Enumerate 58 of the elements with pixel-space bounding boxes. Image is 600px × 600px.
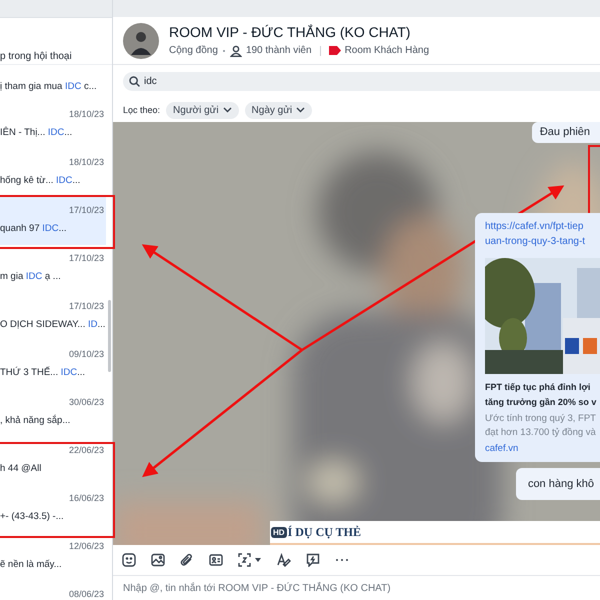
result-snippet: m gia IDC ạ ... xyxy=(0,270,61,284)
result-date: 18/10/23 xyxy=(68,108,104,120)
chevron-icon[interactable] xyxy=(222,107,232,113)
avatar[interactable] xyxy=(123,22,159,58)
person-icon[interactable] xyxy=(230,44,242,56)
member-count[interactable]: 190 thành viên xyxy=(246,44,312,57)
result-snippet: +- (43-43.5) -... xyxy=(0,510,64,524)
result-date: 30/06/23 xyxy=(68,396,104,408)
contact-card-icon[interactable] xyxy=(209,553,223,567)
result-date: 17/10/23 xyxy=(68,252,104,264)
result-snippet: hống kê từ... IDC... xyxy=(0,174,80,188)
result-date: 16/06/23 xyxy=(68,492,104,504)
search-result[interactable]: 30/06/23 , khả năng sắp... xyxy=(0,389,106,437)
quick-message-icon[interactable] xyxy=(306,553,320,567)
screenshot-dropdown-icon[interactable] xyxy=(238,553,262,567)
search-result[interactable]: 22/06/23 h 44 @All xyxy=(0,437,106,485)
result-snippet: IÊN - Thị... IDC... xyxy=(0,126,72,140)
search-result[interactable]: 17/10/23 O DỊCH SIDEWAY... ID... xyxy=(0,293,106,341)
image-icon[interactable] xyxy=(151,553,165,567)
result-snippet: quanh 97 IDC... xyxy=(0,222,67,236)
search-result[interactable]: 18/10/23 IÊN - Thị... IDC... xyxy=(0,101,106,149)
message-input[interactable]: Nhập @, tin nhắn tới ROOM VIP - ĐỨC THẮNG (KO CHAT) xyxy=(123,582,593,594)
group-tag[interactable]: Room Khách Hàng xyxy=(344,44,430,57)
result-snippet: O DỊCH SIDEWAY... ID... xyxy=(0,318,106,332)
group-title: ROOM VIP - ĐỨC THẮNG (KO CHAT) xyxy=(169,24,412,41)
result-snippet: ẽ nền là mấy... xyxy=(0,558,62,572)
search-result[interactable]: 09/10/23 THỨ 3 THẾ... IDC... xyxy=(0,341,106,389)
search-result[interactable]: 16/06/23 +- (43-43.5) -... xyxy=(0,485,106,533)
search-result[interactable]: ị tham gia mua IDC c... xyxy=(0,65,106,101)
search-result[interactable]: 12/06/23 ẽ nền là mấy... xyxy=(0,533,106,581)
result-date: 09/10/23 xyxy=(68,348,104,360)
chevron-icon[interactable] xyxy=(296,107,306,113)
search-result[interactable]: 17/10/23 quanh 97 IDC... xyxy=(0,197,106,245)
result-summary: p trong hội thoại xyxy=(0,50,72,64)
text-format-icon[interactable] xyxy=(277,553,291,567)
result-date: 17/10/23 xyxy=(68,300,104,312)
tag-icon[interactable] xyxy=(328,46,341,55)
result-date: 17/10/23 xyxy=(68,204,104,216)
search-result[interactable]: 08/06/23 xyxy=(0,581,106,600)
result-date: 12/06/23 xyxy=(68,540,104,552)
filter-dropdown[interactable]: Ngày gửi xyxy=(244,102,312,118)
emoji-icon[interactable] xyxy=(122,553,136,567)
result-date: 08/06/23 xyxy=(68,588,104,600)
result-snippet: h 44 @All xyxy=(0,462,42,476)
result-snippet: , khả năng sắp... xyxy=(0,414,70,428)
result-date: 18/10/23 xyxy=(68,156,104,168)
search-result[interactable]: 17/10/23 m gia IDC ạ ... xyxy=(0,245,106,293)
scrollbar[interactable] xyxy=(108,300,111,372)
result-snippet: THỨ 3 THẾ... IDC... xyxy=(0,366,86,380)
search-icon xyxy=(129,76,140,87)
search-field[interactable]: idc xyxy=(123,72,600,91)
filter-dropdown[interactable]: Người gửi xyxy=(166,102,239,118)
result-snippet: ị tham gia mua IDC c... xyxy=(0,80,97,94)
result-date: 22/06/23 xyxy=(68,444,104,456)
group-type: Cộng đồng xyxy=(169,44,218,57)
filter-label: Lọc theo: xyxy=(123,105,160,115)
search-result[interactable]: 18/10/23 hống kê từ... IDC... xyxy=(0,149,106,197)
paperclip-icon[interactable] xyxy=(180,553,194,567)
